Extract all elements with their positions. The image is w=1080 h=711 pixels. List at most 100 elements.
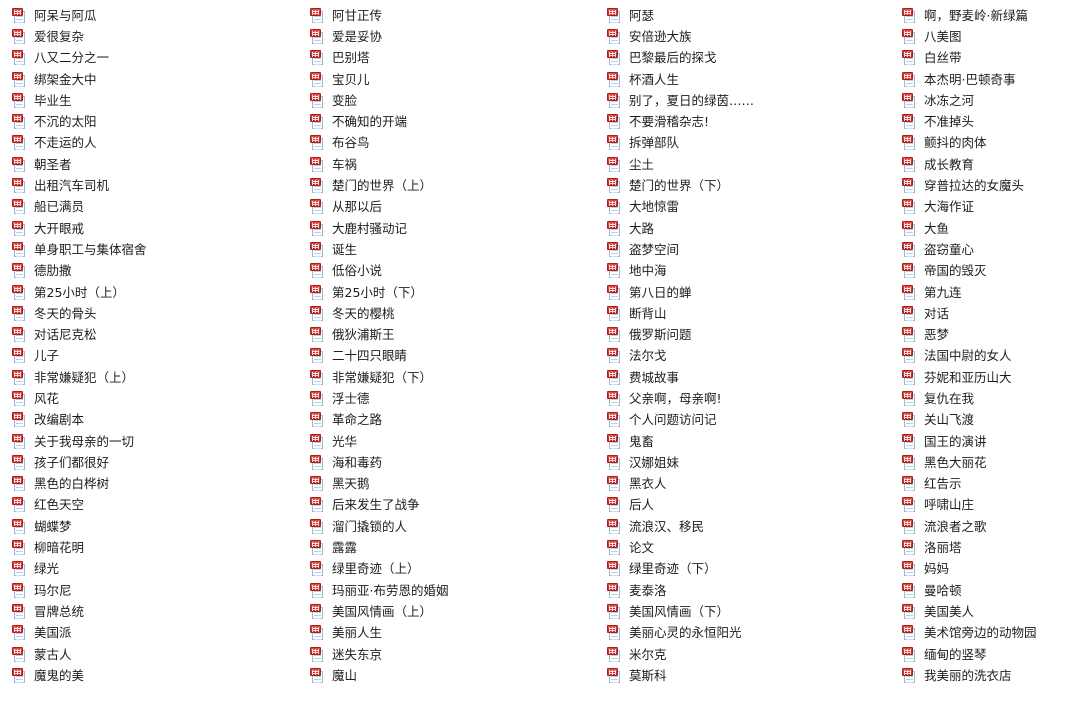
file-list-item[interactable]: 美国美人 [902, 601, 1080, 622]
file-list-item[interactable]: 杯酒人生 [607, 69, 891, 90]
file-list-item[interactable]: 美国风情画（上） [310, 601, 594, 622]
file-list-item[interactable]: 冒牌总统 [12, 601, 297, 622]
file-list-item[interactable]: 二十四只眼睛 [310, 346, 594, 367]
file-list-item[interactable]: 后来发生了战争 [310, 495, 594, 516]
file-list-item[interactable]: 德肋撒 [12, 261, 297, 282]
file-list-item[interactable]: 红告示 [902, 474, 1080, 495]
file-list-item[interactable]: 绿光 [12, 559, 297, 580]
file-list-item[interactable]: 第25小时（下） [310, 282, 594, 303]
file-list-item[interactable]: 魔鬼的美 [12, 665, 297, 686]
file-list-item[interactable]: 第八日的蝉 [607, 282, 891, 303]
file-list-item[interactable]: 父亲啊，母亲啊! [607, 388, 891, 409]
file-list-item[interactable]: 布谷鸟 [310, 133, 594, 154]
file-list-item[interactable]: 关于我母亲的一切 [12, 431, 297, 452]
file-list-item[interactable]: 玛尔尼 [12, 580, 297, 601]
file-list-item[interactable]: 麦泰洛 [607, 580, 891, 601]
file-list-item[interactable]: 低俗小说 [310, 261, 594, 282]
file-list-item[interactable]: 八美图 [902, 26, 1080, 47]
file-list-item[interactable]: 迷失东京 [310, 644, 594, 665]
file-list-item[interactable]: 船已满员 [12, 197, 297, 218]
file-list-item[interactable]: 拆弹部队 [607, 133, 891, 154]
file-list-item[interactable]: 白丝带 [902, 48, 1080, 69]
file-list-item[interactable]: 绿里奇迹（上） [310, 559, 594, 580]
file-list-item[interactable]: 不要滑稽杂志! [607, 111, 891, 132]
file-list-item[interactable]: 大开眼戒 [12, 218, 297, 239]
file-list-item[interactable]: 楚门的世界（上） [310, 175, 594, 196]
file-list-item[interactable]: 毕业生 [12, 90, 297, 111]
file-list-item[interactable]: 巴别塔 [310, 48, 594, 69]
file-list-item[interactable]: 冬天的骨头 [12, 303, 297, 324]
file-list-item[interactable]: 大海作证 [902, 197, 1080, 218]
file-list-item[interactable]: 不准掉头 [902, 111, 1080, 132]
file-list-item[interactable]: 绿里奇迹（下） [607, 559, 891, 580]
file-list-item[interactable]: 玛丽亚·布劳恩的婚姻 [310, 580, 594, 601]
file-list-item[interactable]: 儿子 [12, 346, 297, 367]
file-list-item[interactable]: 爱很复杂 [12, 26, 297, 47]
file-list-item[interactable]: 对话尼克松 [12, 324, 297, 345]
file-list-item[interactable]: 妈妈 [902, 559, 1080, 580]
file-list-item[interactable]: 大路 [607, 218, 891, 239]
file-list-item[interactable]: 出租汽车司机 [12, 175, 297, 196]
file-list-item[interactable]: 冬天的樱桃 [310, 303, 594, 324]
file-list-item[interactable]: 曼哈顿 [902, 580, 1080, 601]
file-list-item[interactable]: 断背山 [607, 303, 891, 324]
file-list-item[interactable]: 恶梦 [902, 324, 1080, 345]
file-list-item[interactable]: 费城故事 [607, 367, 891, 388]
file-list-item[interactable]: 黑衣人 [607, 474, 891, 495]
file-list-item[interactable]: 从那以后 [310, 197, 594, 218]
file-list-item[interactable]: 我美丽的洗衣店 [902, 665, 1080, 686]
file-list-item[interactable]: 美丽人生 [310, 623, 594, 644]
file-list-item[interactable]: 呼啸山庄 [902, 495, 1080, 516]
file-list-item[interactable]: 蒙古人 [12, 644, 297, 665]
file-list-item[interactable]: 帝国的毁灭 [902, 261, 1080, 282]
file-list-item[interactable]: 米尔克 [607, 644, 891, 665]
file-list-item[interactable]: 浮士德 [310, 388, 594, 409]
file-list-item[interactable]: 柳暗花明 [12, 537, 297, 558]
file-list-item[interactable]: 车祸 [310, 154, 594, 175]
file-list-item[interactable]: 绑架金大中 [12, 69, 297, 90]
file-list-item[interactable]: 复仇在我 [902, 388, 1080, 409]
file-list-item[interactable]: 穿普拉达的女魔头 [902, 175, 1080, 196]
file-list-item[interactable]: 非常嫌疑犯（下） [310, 367, 594, 388]
file-list-item[interactable]: 风花 [12, 388, 297, 409]
file-list-item[interactable]: 鬼畜 [607, 431, 891, 452]
file-list-item[interactable]: 国王的演讲 [902, 431, 1080, 452]
file-list-item[interactable]: 朝圣者 [12, 154, 297, 175]
file-list-item[interactable]: 莫斯科 [607, 665, 891, 686]
file-list-item[interactable]: 盗梦空间 [607, 239, 891, 260]
file-list-item[interactable]: 论文 [607, 537, 891, 558]
file-list-item[interactable]: 别了，夏日的绿茵…… [607, 90, 891, 111]
file-list-item[interactable]: 后人 [607, 495, 891, 516]
file-list-item[interactable]: 露露 [310, 537, 594, 558]
file-list-item[interactable]: 美国风情画（下） [607, 601, 891, 622]
file-list-item[interactable]: 法尔戈 [607, 346, 891, 367]
file-list-item[interactable]: 流浪者之歌 [902, 516, 1080, 537]
file-list-item[interactable]: 变脸 [310, 90, 594, 111]
file-list-item[interactable]: 啊，野麦岭·新绿篇 [902, 5, 1080, 26]
file-list-item[interactable]: 黑色大丽花 [902, 452, 1080, 473]
file-list-item[interactable]: 魔山 [310, 665, 594, 686]
file-list-item[interactable]: 蝴蝶梦 [12, 516, 297, 537]
file-list-item[interactable]: 巴黎最后的探戈 [607, 48, 891, 69]
file-list-item[interactable]: 地中海 [607, 261, 891, 282]
file-list-item[interactable]: 不确知的开端 [310, 111, 594, 132]
file-list-item[interactable]: 溜门撬锁的人 [310, 516, 594, 537]
file-list-item[interactable]: 光华 [310, 431, 594, 452]
file-list-item[interactable]: 盗窃童心 [902, 239, 1080, 260]
file-list-item[interactable]: 爱是妥协 [310, 26, 594, 47]
file-list-item[interactable]: 单身职工与集体宿舍 [12, 239, 297, 260]
file-list-item[interactable]: 俄狄浦斯王 [310, 324, 594, 345]
file-list-item[interactable]: 个人问题访问记 [607, 410, 891, 431]
file-list-item[interactable]: 第25小时（上） [12, 282, 297, 303]
file-list-item[interactable]: 芬妮和亚历山大 [902, 367, 1080, 388]
file-list-item[interactable]: 关山飞渡 [902, 410, 1080, 431]
file-list-item[interactable]: 诞生 [310, 239, 594, 260]
file-list-item[interactable]: 成长教育 [902, 154, 1080, 175]
file-list-item[interactable]: 阿甘正传 [310, 5, 594, 26]
file-list-item[interactable]: 法国中尉的女人 [902, 346, 1080, 367]
file-list-item[interactable]: 宝贝儿 [310, 69, 594, 90]
file-list-item[interactable]: 尘土 [607, 154, 891, 175]
file-list-item[interactable]: 美丽心灵的永恒阳光 [607, 623, 891, 644]
file-list-item[interactable]: 本杰明·巴顿奇事 [902, 69, 1080, 90]
file-list-item[interactable]: 不沉的太阳 [12, 111, 297, 132]
